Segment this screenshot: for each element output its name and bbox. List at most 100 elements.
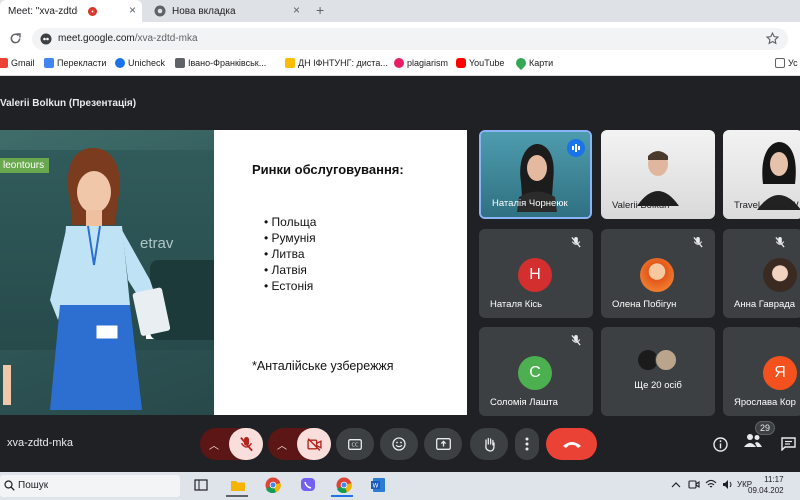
tray-chevron-icon[interactable]: [671, 480, 681, 490]
bookmark-unicheck[interactable]: Unicheck: [115, 58, 165, 68]
chrome-profile-icon[interactable]: [336, 477, 352, 493]
gmail-icon: [0, 58, 8, 68]
mic-off-icon: [571, 335, 581, 346]
hand-icon: [484, 437, 495, 452]
participant-tile[interactable]: Олена Побігун: [601, 229, 715, 318]
participant-name: Соломія Лашта: [490, 397, 558, 408]
moodle-icon: [285, 58, 295, 68]
viber-icon[interactable]: [300, 477, 316, 493]
people-button[interactable]: 29: [743, 421, 776, 448]
address-bar[interactable]: meet.google.com/xva-zdtd-mka: [32, 28, 788, 50]
tab-strip: Meet: "xva-zdtd-mka" × Нова вкладка × +: [0, 0, 800, 22]
slide-photo: leontours etrav 820: [0, 130, 214, 415]
bookmark-star-icon[interactable]: [766, 32, 779, 45]
tab-meet[interactable]: Meet: "xva-zdtd-mka" ×: [0, 0, 142, 22]
mic-off-icon: [693, 237, 703, 248]
participant-name: Наталя Кісь: [490, 299, 543, 310]
participant-name: Travel Study W: [734, 200, 799, 211]
page-icon: [175, 58, 185, 68]
site-info-icon[interactable]: [40, 33, 52, 45]
translate-icon: [44, 58, 54, 68]
avatar: [640, 258, 674, 292]
leave-call-button[interactable]: [546, 428, 597, 460]
participant-tile[interactable]: Valerii Bolkun: [601, 130, 715, 219]
avatar: [763, 258, 797, 292]
mic-off-icon: [775, 237, 785, 248]
camera-toggle-button[interactable]: [297, 428, 331, 460]
running-app-indicator: [226, 495, 248, 497]
chrome-icon[interactable]: [265, 477, 281, 493]
clock-time: 11:17: [764, 475, 784, 484]
bookmark-ivano-frankivsk[interactable]: Івано-Франківськ...: [175, 58, 266, 68]
meet-now-icon[interactable]: [688, 479, 700, 490]
tab-new[interactable]: Нова вкладка ×: [146, 0, 306, 22]
participant-name: Valerii Bolkun: [612, 200, 670, 211]
speaking-indicator-icon: [567, 139, 585, 157]
more-vert-icon: [525, 437, 529, 451]
unicheck-icon: [115, 58, 125, 68]
end-call-icon: [562, 441, 581, 448]
participant-tile[interactable]: Travel Study W: [723, 130, 800, 219]
wifi-icon[interactable]: [705, 479, 717, 490]
participant-tile[interactable]: Анна Гаврада: [723, 229, 800, 318]
list-item: Польща: [264, 214, 317, 230]
new-tab-button[interactable]: +: [316, 2, 324, 18]
participant-name: Ярослава Кор: [734, 397, 796, 408]
list-item: Естонія: [264, 278, 316, 294]
avatar: Я: [763, 356, 797, 390]
active-app-indicator: [331, 495, 353, 497]
mic-options-chevron-icon[interactable]: ︿: [209, 437, 219, 452]
meeting-code: xva-zdtd-mka: [7, 437, 74, 449]
word-icon[interactable]: W: [370, 477, 386, 493]
captions-button[interactable]: CC: [336, 428, 374, 460]
maps-pin-icon: [513, 55, 529, 71]
system-clock[interactable]: 11:17 09.04.202: [748, 474, 784, 496]
chrome-icon: [154, 5, 166, 17]
participant-tile[interactable]: С Соломія Лашта: [479, 327, 593, 416]
taskbar-search[interactable]: Пошук: [0, 475, 180, 497]
chat-icon[interactable]: [781, 437, 796, 451]
bookmark-plagiarism[interactable]: plagiarism: [394, 58, 448, 68]
participant-tile[interactable]: Н Наталя Кісь: [479, 229, 593, 318]
clock-date: 09.04.202: [748, 486, 784, 495]
participant-tile-more[interactable]: Ще 20 осіб: [601, 327, 715, 416]
reload-icon[interactable]: [9, 32, 22, 45]
participant-video-person: [637, 151, 679, 206]
task-view-icon[interactable]: [193, 477, 209, 493]
recording-icon: [88, 6, 97, 16]
participant-tile[interactable]: Я Ярослава Кор: [723, 327, 800, 416]
emoji-icon: [392, 437, 406, 451]
raise-hand-button[interactable]: [470, 428, 508, 460]
bookmark-gmail[interactable]: Gmail: [0, 58, 35, 68]
reactions-button[interactable]: [380, 428, 418, 460]
close-tab-icon[interactable]: ×: [129, 3, 136, 17]
volume-icon[interactable]: [722, 479, 733, 490]
camera-off-icon: [306, 437, 322, 451]
camera-control-group: ︿: [268, 428, 331, 460]
list-item: Литва: [264, 246, 316, 262]
bookmark-maps[interactable]: Карти: [513, 55, 553, 71]
participant-tile-speaking[interactable]: Наталія Чорнеюк: [479, 130, 592, 219]
bookmark-youtube[interactable]: YouTube: [456, 58, 504, 68]
more-participants-label: Ще 20 осіб: [634, 380, 682, 391]
bookmark-translate[interactable]: Перекласти: [44, 58, 106, 68]
list-item: Латвія: [264, 262, 316, 278]
more-options-button[interactable]: [515, 428, 539, 460]
participant-name: Олена Побігун: [612, 299, 677, 310]
plagiarism-icon: [394, 58, 404, 68]
close-tab-icon[interactable]: ×: [293, 3, 300, 17]
bookmarks-bar: Gmail Перекласти Unicheck Івано-Франківс…: [0, 54, 800, 76]
url-text: meet.google.com/xva-zdtd-mka: [58, 33, 198, 44]
svg-text:W: W: [373, 483, 379, 490]
camera-options-chevron-icon[interactable]: ︿: [277, 437, 287, 452]
mic-toggle-button[interactable]: [229, 428, 263, 460]
bookmark-dn-ifntung[interactable]: ДН ІФНТУНГ: диста...: [285, 58, 388, 68]
presenter-label: Valerii Bolkun (Презентація): [0, 98, 137, 109]
present-screen-icon: [435, 438, 451, 450]
slide-note: *Анталійське узбережжя: [252, 359, 394, 373]
search-icon: [4, 480, 15, 491]
present-button[interactable]: [424, 428, 462, 460]
bookmark-folder[interactable]: Ус: [775, 58, 798, 68]
meeting-info-icon[interactable]: [713, 437, 728, 452]
file-explorer-icon[interactable]: [230, 477, 246, 493]
